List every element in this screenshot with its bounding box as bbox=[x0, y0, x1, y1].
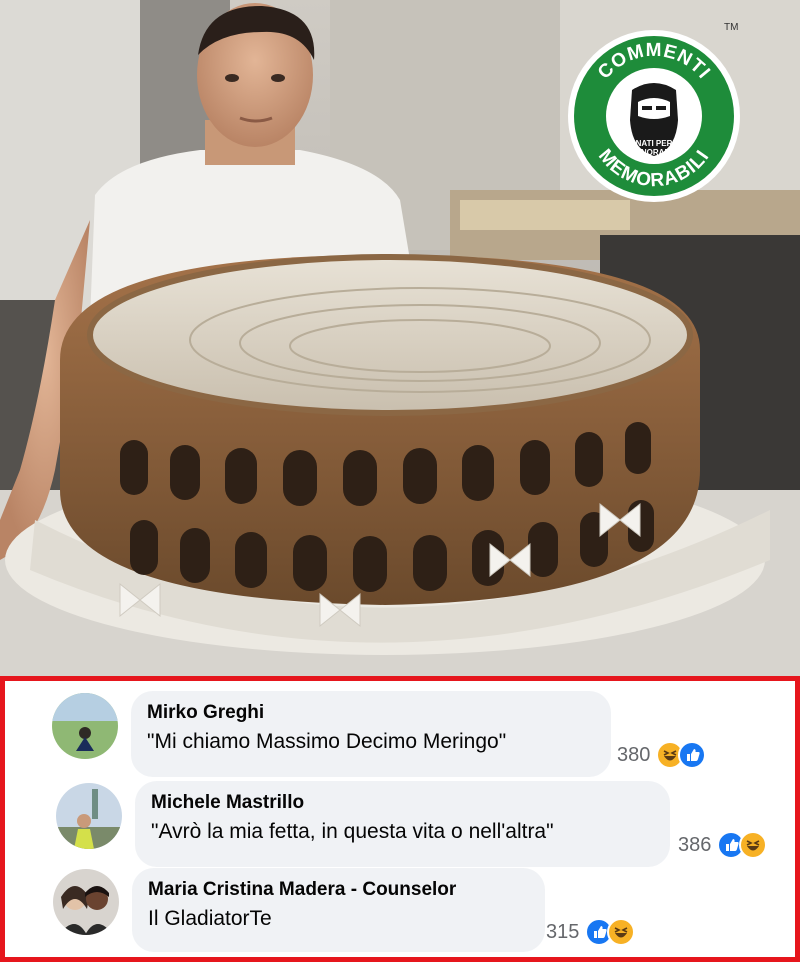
comment-text: Il GladiatorTe bbox=[148, 907, 272, 930]
comment-text: "Avrò la mia fetta, in questa vita o nel… bbox=[151, 820, 554, 843]
avatar[interactable] bbox=[56, 783, 122, 849]
reaction-summary[interactable]: 386 bbox=[678, 831, 768, 859]
commenti-memorabili-logo: COMMENTI MEMORABILI NATI PER IGNORARE TM bbox=[566, 22, 742, 204]
like-icon bbox=[678, 741, 707, 769]
reaction-count: 315 bbox=[546, 920, 580, 943]
svg-text:NATI PER: NATI PER bbox=[636, 139, 673, 148]
haha-icon bbox=[739, 831, 768, 859]
svg-text:IGNORARE: IGNORARE bbox=[632, 148, 676, 157]
comment-author[interactable]: Michele Mastrillo bbox=[151, 790, 654, 816]
reaction-summary[interactable]: 380 bbox=[617, 741, 707, 769]
haha-icon bbox=[607, 918, 636, 946]
comment-bubble: Mirko Greghi "Mi chiamo Massimo Decimo M… bbox=[131, 691, 611, 777]
avatar[interactable] bbox=[52, 693, 118, 759]
comment-author[interactable]: Mirko Greghi bbox=[147, 700, 595, 726]
comment-bubble: Michele Mastrillo "Avrò la mia fetta, in… bbox=[135, 781, 670, 867]
colosseum-cake-photo: COMMENTI MEMORABILI NATI PER IGNORARE TM bbox=[0, 0, 800, 676]
trademark-label: TM bbox=[724, 22, 739, 33]
comment-text: "Mi chiamo Massimo Decimo Meringo" bbox=[147, 730, 507, 753]
comments-panel: Mirko Greghi "Mi chiamo Massimo Decimo M… bbox=[0, 676, 800, 962]
comment-author[interactable]: Maria Cristina Madera - Counselor bbox=[148, 877, 529, 903]
avatar[interactable] bbox=[53, 869, 119, 935]
reaction-summary[interactable]: 315 bbox=[546, 918, 636, 946]
reaction-count: 386 bbox=[678, 833, 712, 856]
comment-bubble: Maria Cristina Madera - Counselor Il Gla… bbox=[132, 868, 545, 952]
reaction-count: 380 bbox=[617, 743, 651, 766]
